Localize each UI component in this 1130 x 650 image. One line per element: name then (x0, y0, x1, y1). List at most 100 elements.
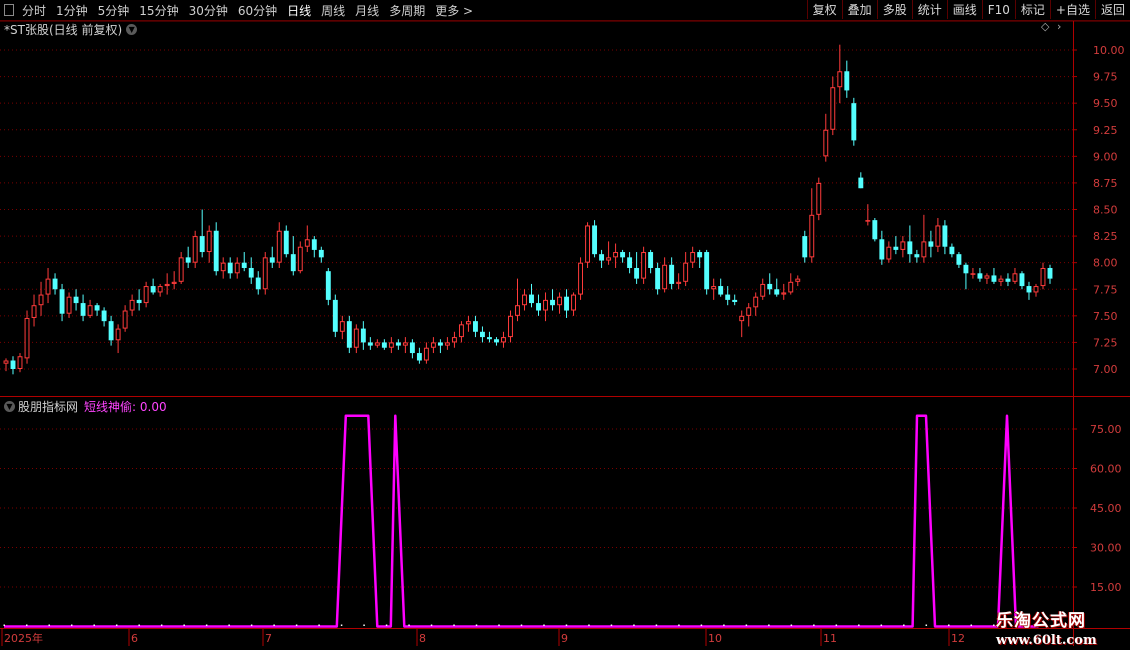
title-dropdown-icon[interactable]: ▼ (126, 23, 138, 35)
time-tick-label: 7 (265, 632, 272, 645)
indicator-baseline-dot (408, 624, 410, 626)
indicator-baseline-dot (903, 624, 905, 626)
candle-body-up (543, 299, 548, 311)
candle-body-up (557, 296, 562, 306)
indicator-baseline-dot (205, 624, 208, 626)
candle-body-down (949, 246, 955, 255)
candle-body-down (1047, 267, 1053, 279)
candle-body-up (304, 239, 310, 247)
chart-canvas[interactable]: 10.00 9.75 9.50 9.25 9.00 8.75 8.50 8.25 8.00 7.7… (0, 0, 1130, 650)
indicator-baseline-dot (768, 624, 770, 626)
indicator-baseline-dot (655, 624, 658, 626)
candle-body-down (942, 225, 948, 247)
indicator-series (3, 414, 1039, 628)
candle-body-down (858, 177, 864, 189)
candle-body-down (977, 273, 983, 279)
price-tick-label: 9.00 (1093, 150, 1118, 163)
indicator-baseline-dot (183, 624, 185, 626)
candle-body-down (94, 305, 100, 311)
indicator-baseline-dot (363, 624, 365, 626)
candle-body-down (718, 286, 724, 295)
indicator-tick-label: 30.00 (1090, 542, 1122, 555)
indicator-baseline-dot (543, 624, 545, 626)
candle-body-down (851, 103, 857, 141)
candle-body-down (536, 303, 541, 311)
candle-body-down (669, 264, 675, 284)
candle-body-up (374, 342, 380, 346)
candle-body-up (178, 257, 184, 282)
candle-body-up (739, 315, 745, 322)
time-tick-label: 9 (561, 632, 568, 645)
candle-body-down (290, 254, 296, 272)
candle-body-down (185, 257, 191, 263)
candle-body-down (697, 252, 703, 258)
candle-body-down (255, 277, 261, 290)
price-tick-label: 7.00 (1093, 363, 1118, 376)
candle-body-up (458, 324, 464, 338)
candle-body-down (59, 289, 65, 314)
candle-body-up (816, 182, 822, 215)
candle-body-up (297, 246, 303, 272)
candle-body-up (430, 342, 436, 348)
indicator-panel-header: ▼ 股朋指标网 短线神偷: 0.00 (4, 398, 167, 414)
candle-body-up (66, 296, 72, 314)
indicator-baseline-dot (588, 624, 590, 626)
candle-body-up (578, 262, 584, 295)
candle-body-down (774, 289, 780, 295)
candle-body-up (970, 273, 976, 275)
indicator-baseline-dot (115, 624, 118, 626)
indicator-baseline-dot (318, 624, 320, 626)
expand-arrow-icon[interactable]: › (1057, 21, 1067, 32)
indicator-baseline-dot (430, 624, 433, 626)
indicator-baseline-dot (498, 624, 500, 626)
candle-body-down (872, 220, 878, 240)
candle-body-down (529, 294, 534, 304)
candle-body-down (1005, 278, 1011, 282)
candle-body-up (24, 317, 30, 359)
indicator-value-label: 短线神偷: 0.00 (84, 399, 167, 414)
candle-body-up (45, 278, 51, 295)
time-tick-label: 8 (419, 632, 426, 645)
indicator-baseline-dot (475, 624, 478, 626)
candle-body-down (1026, 286, 1032, 293)
candle-body-up (746, 307, 752, 316)
price-tick-label: 8.00 (1093, 257, 1118, 270)
indicator-baseline-dot (3, 624, 5, 626)
candle-body-down (472, 321, 478, 332)
indicator-dropdown-icon[interactable]: ▼ (4, 400, 15, 412)
candle-body-down (480, 331, 485, 338)
indicator-baseline-dot (835, 624, 838, 626)
time-tick-label: 10 (708, 632, 722, 645)
candle-body-down (52, 278, 58, 290)
candle-body-down (325, 271, 331, 300)
candle-body-up (830, 87, 836, 130)
indicator-baseline-dot (790, 624, 793, 626)
candle-body-up (3, 360, 9, 364)
candle-body-up (262, 257, 268, 290)
candle-body-down (767, 283, 773, 290)
candle-body-down (704, 252, 710, 290)
diamond-icon[interactable]: ◇ (1041, 21, 1051, 32)
indicator-tick-label: 15.00 (1090, 581, 1122, 594)
candle-body-up (823, 129, 829, 157)
candle-body-down (627, 257, 633, 268)
candle-body-down (241, 262, 247, 268)
candle-body-up (662, 264, 668, 290)
candle-body-down (655, 267, 661, 290)
price-panel-header: *ST张股(日线 前复权) ▼ (4, 21, 138, 37)
indicator-line (4, 414, 1039, 628)
indicator-name[interactable]: 股朋指标网 (18, 398, 78, 415)
candle-body-up (606, 257, 612, 261)
candle-body-down (360, 328, 366, 343)
indicator-baseline-dot (970, 624, 973, 626)
watermark-title: 乐淘公式网 (996, 611, 1086, 631)
time-tick-label: 12 (951, 632, 965, 645)
candle-body-up (515, 305, 520, 316)
candle-body-down (620, 252, 626, 258)
candle-body-down (227, 262, 233, 274)
candle-body-down (879, 239, 885, 260)
price-tick-label: 10.00 (1093, 44, 1125, 57)
candle-body-up (683, 262, 689, 282)
candle-body-down (409, 342, 415, 354)
candle-body-down (956, 254, 962, 265)
